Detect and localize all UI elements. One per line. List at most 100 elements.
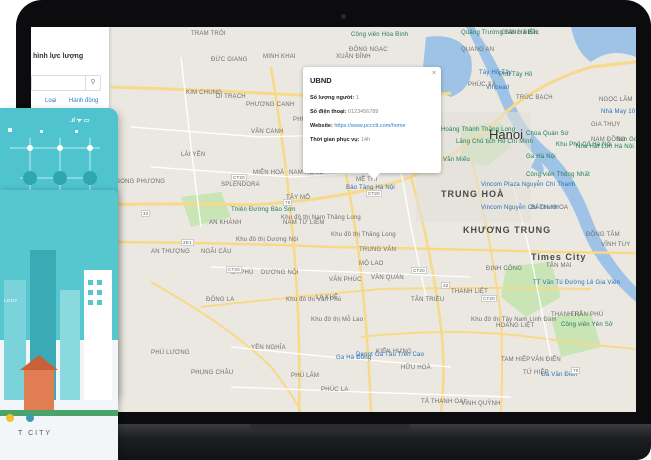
map-area-label: TÂN MAI: [546, 263, 572, 269]
map-poi-label[interactable]: Vincom Plaza Nguyễn Chí Thanh: [481, 182, 575, 188]
map-area-label: HỮU HOÀ: [401, 365, 431, 371]
map-area-label: ĐÔNG LA: [206, 297, 235, 303]
map-poi-label[interactable]: Chùa Quán Sứ: [526, 131, 569, 137]
map-poi-label[interactable]: Công viên Thống Nhất: [526, 172, 590, 178]
map-area-label: DƯƠNG NỘI: [261, 270, 299, 276]
popup-row-label: Số điện thoại:: [310, 109, 347, 115]
map-poi-label[interactable]: Times City: [531, 252, 586, 262]
map-area-label: NGỌC LÂM: [599, 97, 633, 103]
smart-city-buildings-illustration: [0, 190, 118, 460]
popup-row-label: Số lượng người:: [310, 95, 355, 101]
map-poi-label[interactable]: Vinpearl: [486, 85, 510, 91]
popup-row-people: Số lượng người: 1: [310, 95, 359, 101]
road-shield: CT20: [411, 267, 427, 274]
road-shield: 70: [571, 367, 581, 374]
popup-row-label: Website:: [310, 123, 333, 129]
map-poi-label[interactable]: Khu đô thị Tây Nam Linh Đàm: [471, 317, 557, 323]
laptop-screen: TRAM TRÔI ĐỨC GIANG LÀI YÊN SONG PHƯƠNG KIM …: [31, 27, 636, 412]
map-area-label: PHƯƠNG CANH: [246, 102, 295, 108]
map-poi-label[interactable]: Nhà May 10 Lê Gia Viên: [601, 109, 636, 115]
map-poi-label[interactable]: Khu đô thị Mỗ Lao: [311, 317, 363, 323]
popup-row-value: 1: [355, 95, 359, 101]
map-poi-label[interactable]: Phủ Tây Hồ: [499, 72, 533, 78]
map-area-label: SPLENDORA: [221, 182, 260, 188]
map-poi-label[interactable]: Thiên Đường Bảo Sơn: [231, 207, 296, 213]
map-city-label: Hanoi: [489, 127, 523, 142]
map-area-label: GIA THỤY: [591, 122, 621, 128]
map-poi-label[interactable]: Nhà Hát Lớn Hà Nội: [576, 144, 634, 150]
laptop-hinge: [250, 424, 410, 430]
map-area-label: LÀI YÊN: [181, 152, 206, 158]
map-area-label: PHÚ LÃM: [291, 373, 320, 379]
map-area-label: XUÂN ĐỈNH: [336, 54, 371, 60]
road-shield: CT20: [231, 174, 247, 181]
map-poi-label[interactable]: Công viên Yên Sở: [561, 322, 613, 328]
map-area-label: TẢ THANH OAI: [421, 399, 466, 405]
road-shield: 2E1: [181, 239, 194, 246]
phone-status-bar: .ıl ᯤ ▭: [70, 118, 90, 124]
map-area-label: VĂN PHÚC: [329, 277, 362, 283]
map-area-label: KHƯƠNG TRUNG: [463, 225, 552, 235]
map-poi-label[interactable]: Công viên Hòa Bình: [351, 32, 408, 38]
smart-city-caption: T CITY: [17, 430, 53, 437]
column-header-type[interactable]: Loại: [45, 98, 56, 104]
popup-website-link[interactable]: https://www.pccctt.com/home: [334, 123, 405, 129]
map-area-label: ĐỨC GIANG: [211, 57, 248, 63]
road-shield: CT20: [366, 190, 382, 197]
map-poi-label[interactable]: Vincom Nguyễn Chí Thanh: [481, 205, 557, 211]
map-area-label: PHÚ LƯƠNG: [151, 350, 190, 356]
map-area-label: TRÚC BẠCH: [516, 95, 553, 101]
map-area-label: ĐÔNG NGẠC: [349, 47, 388, 53]
map-area-label: NGÃI CẦU: [201, 249, 232, 255]
map-area-label: YÊN NGHĨA: [251, 345, 286, 351]
column-header-action[interactable]: Hành động: [69, 98, 98, 104]
map-area-label: MỘ LAO: [359, 261, 384, 267]
map-poi-label[interactable]: Ga Hà Nội: [526, 154, 556, 160]
map-area-label: VĨNH QUỲNH: [461, 401, 501, 407]
popup-title: UBND: [310, 76, 332, 85]
camera-dot: [341, 14, 346, 19]
road-shield: 32: [141, 210, 151, 217]
map-area-label: VĂN ĐIỂN: [531, 357, 561, 363]
map-area-label: HOÀNG LIỆT: [496, 323, 535, 329]
map-poi-label[interactable]: Khu đô thị Thăng Long: [331, 232, 396, 238]
popup-row-website: Website: https://www.pccctt.com/home: [310, 123, 406, 129]
popup-row-label: Thời gian phục vụ:: [310, 137, 360, 143]
map-area-label: TRAM TRÔI: [191, 31, 226, 37]
road-shield: 32: [441, 282, 451, 289]
road-shield: CT20: [481, 295, 497, 302]
map-area-label: ĐỊNH CÔNG: [486, 266, 523, 272]
map-area-label: PHỤNG CHÂU: [191, 370, 234, 376]
map-area-label: ĐỒNG TÂM: [586, 232, 620, 238]
popup-row-value: 14h: [360, 137, 371, 143]
map-poi-label[interactable]: Khu đô thị Dương Nội: [236, 237, 298, 243]
map-poi-label[interactable]: Quảng Trường Sân Hà Bắc: [461, 30, 539, 36]
map-area-label: TAM HIỆP: [501, 357, 531, 363]
map-area-label: QUANG AN: [461, 47, 495, 53]
map-area-label: VĂN QUÁN: [371, 275, 404, 281]
map-poi-label[interactable]: Sun Golf Long Biên: [616, 137, 636, 143]
search-icon[interactable]: ⚲: [85, 76, 100, 90]
map-area-label: MIỆN HOÀ: [253, 170, 285, 176]
popup-row-value: 0123456789: [347, 109, 379, 115]
popup-row-phone: Số điện thoại: 0123456789: [310, 109, 379, 115]
map-poi-label[interactable]: Khu đô thị Văn Phú: [286, 297, 341, 303]
map-area-label: MINH KHAI: [263, 54, 296, 60]
info-window-tail: [368, 173, 380, 180]
smart-city-phone-front: LOGY: [0, 190, 118, 460]
map-poi-label[interactable]: Khu đô thị Nam Thăng Long: [281, 215, 361, 221]
info-window: UBND × Số lượng người: 1 Số điện thoại: …: [303, 67, 441, 173]
map-poi-label[interactable]: Văn Miếu: [443, 157, 470, 163]
search-input[interactable]: ⚲: [31, 75, 101, 91]
map-area-label: TRUNG VĂN: [359, 247, 397, 253]
map-poi-label[interactable]: TT Văn Tú Đường Lê Gia Viên: [533, 280, 620, 286]
map-area-label: VÂN CANH: [251, 129, 284, 135]
map-poi-label[interactable]: Depot Ga Tàu Trên Cao: [356, 352, 424, 358]
map-area-label: TÂN TRIỀU: [411, 297, 445, 303]
map-area-label: VĨNH TUY: [601, 242, 631, 248]
map-area-label: DI TRẠCH: [216, 94, 246, 100]
map-area-label: SONG PHƯƠNG: [116, 179, 166, 185]
road-shield: 70: [283, 199, 293, 206]
phone-label-technology: LOGY: [4, 298, 18, 303]
close-icon[interactable]: ×: [432, 70, 436, 77]
